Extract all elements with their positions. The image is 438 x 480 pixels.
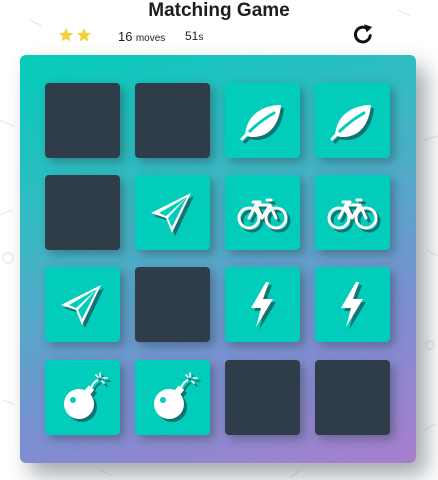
card-2[interactable]: [135, 83, 210, 158]
card-6[interactable]: [135, 175, 210, 250]
bicycle-icon: [237, 198, 291, 233]
bomb-icon: [154, 372, 201, 422]
timer-unit: s: [198, 32, 204, 43]
star-icon: [58, 28, 74, 42]
card-10[interactable]: [135, 267, 210, 342]
card-16[interactable]: [315, 360, 390, 435]
card-9[interactable]: [45, 267, 120, 342]
card-12[interactable]: [315, 267, 390, 342]
restart-icon: [353, 24, 373, 44]
timer-value: 51: [185, 29, 199, 43]
card-deck: [20, 55, 416, 463]
restart-button[interactable]: [351, 22, 375, 46]
card-7[interactable]: [225, 175, 300, 250]
game-page: Matching Game 16 moves 51s: [0, 0, 438, 480]
page-title: Matching Game: [148, 0, 290, 21]
score-panel: 16 moves 51s: [58, 24, 388, 47]
leaf-icon: [240, 105, 284, 144]
paper-plane-icon: [151, 193, 194, 236]
card-14[interactable]: [135, 360, 210, 435]
bolt-icon: [341, 282, 366, 330]
timer: 51s: [185, 29, 203, 43]
card-5[interactable]: [45, 175, 120, 250]
card-4[interactable]: [315, 83, 390, 158]
card-11[interactable]: [225, 267, 300, 342]
paper-plane-icon: [61, 285, 104, 328]
bicycle-icon: [327, 198, 381, 233]
star-icon: [76, 28, 92, 42]
card-13[interactable]: [45, 360, 120, 435]
moves-count: 16: [118, 29, 133, 44]
card-15[interactable]: [225, 360, 300, 435]
bolt-icon: [251, 282, 276, 330]
leaf-icon: [330, 105, 374, 144]
move-counter: 16 moves: [118, 29, 165, 44]
star-rating: [58, 27, 92, 43]
bomb-icon: [64, 372, 111, 422]
moves-label: moves: [135, 33, 166, 44]
card-8[interactable]: [315, 175, 390, 250]
card-3[interactable]: [225, 83, 300, 158]
card-1[interactable]: [45, 83, 120, 158]
